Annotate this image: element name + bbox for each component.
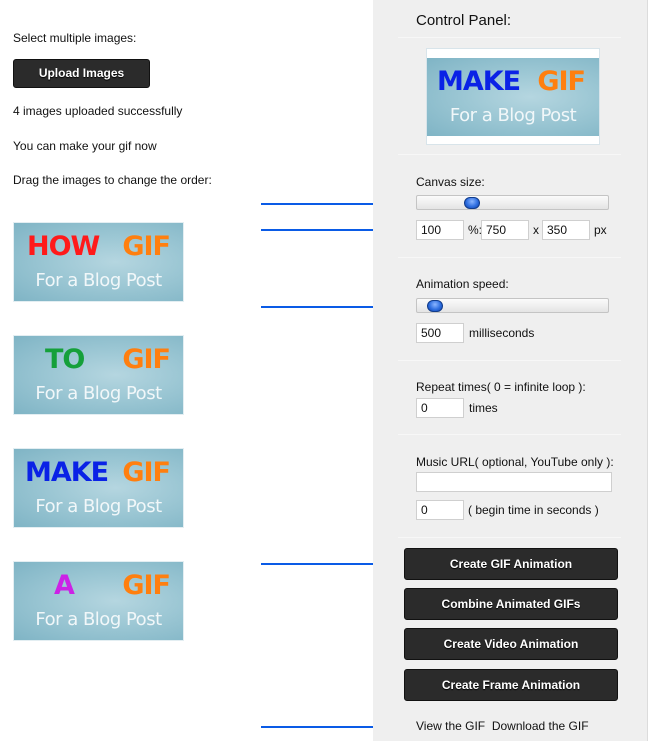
image-thumbnail-4[interactable]: A GIF For a Blog Post <box>13 561 184 641</box>
thumbnail-gif-word: GIF <box>122 231 171 262</box>
combine-animated-gifs-button[interactable]: Combine Animated GIFs <box>404 588 618 620</box>
image-thumbnail-1[interactable]: HOW GIF For a Blog Post <box>13 222 184 302</box>
gif-preview: MAKE GIF For a Blog Post <box>426 48 600 145</box>
upload-status-text: 4 images uploaded successfully <box>13 104 183 118</box>
create-video-animation-button[interactable]: Create Video Animation <box>404 628 618 660</box>
download-gif-link[interactable]: Download the GIF <box>492 719 589 733</box>
upload-images-button[interactable]: Upload Images <box>13 59 150 88</box>
image-list-area: Select multiple images: Upload Images 4 … <box>0 0 401 741</box>
thumbnail-subtitle: For a Blog Post <box>35 609 162 630</box>
music-url-input[interactable] <box>416 472 612 492</box>
canvas-percent-input[interactable] <box>416 220 464 240</box>
percent-suffix: %: <box>468 223 483 237</box>
drag-hint-text: Drag the images to change the order: <box>13 173 212 187</box>
music-url-label: Music URL( optional, YouTube only ): <box>416 455 614 469</box>
create-frame-animation-button[interactable]: Create Frame Animation <box>404 669 618 701</box>
px-label: px <box>594 223 607 237</box>
control-panel: Control Panel: MAKE GIF For a Blog Post … <box>373 0 648 741</box>
divider <box>398 154 621 155</box>
thumbnail-gif-word: GIF <box>122 344 171 375</box>
repeat-times-label: Repeat times( 0 = infinite loop ): <box>416 380 586 394</box>
thumbnail-word: HOW <box>27 231 100 262</box>
image-thumbnail-2[interactable]: TO GIF For a Blog Post <box>13 335 184 415</box>
thumbnail-subtitle: For a Blog Post <box>35 383 162 404</box>
thumbnail-gif-word: GIF <box>122 570 171 601</box>
divider <box>398 360 621 361</box>
thumbnail-word: TO <box>45 344 85 375</box>
preview-word: MAKE <box>437 66 521 97</box>
speed-input[interactable] <box>416 323 464 343</box>
slider-handle[interactable] <box>427 300 444 312</box>
select-images-label: Select multiple images: <box>13 31 137 45</box>
image-thumbnail-3[interactable]: MAKE GIF For a Blog Post <box>13 448 184 528</box>
animation-speed-label: Animation speed: <box>416 277 509 291</box>
times-label: times <box>469 401 498 415</box>
slider-handle[interactable] <box>463 197 480 209</box>
thumbnail-subtitle: For a Blog Post <box>35 496 162 517</box>
music-begin-time-input[interactable] <box>416 500 464 520</box>
preview-subtitle: For a Blog Post <box>449 105 577 126</box>
canvas-size-slider[interactable] <box>416 195 609 210</box>
divider <box>398 37 621 38</box>
view-gif-link[interactable]: View the GIF <box>416 719 485 733</box>
thumbnail-word: A <box>54 570 75 601</box>
canvas-height-input[interactable] <box>542 220 590 240</box>
milliseconds-label: milliseconds <box>469 326 535 340</box>
animation-speed-slider[interactable] <box>416 298 609 313</box>
thumbnail-word: MAKE <box>25 457 109 488</box>
create-gif-animation-button[interactable]: Create GIF Animation <box>404 548 618 580</box>
divider <box>398 257 621 258</box>
ready-status-text: You can make your gif now <box>13 139 157 153</box>
preview-gif-word: GIF <box>537 66 586 97</box>
thumbnail-gif-word: GIF <box>122 457 171 488</box>
thumbnail-subtitle: For a Blog Post <box>35 270 162 291</box>
divider <box>398 434 621 435</box>
divider <box>398 537 621 538</box>
control-panel-title: Control Panel: <box>416 12 512 29</box>
canvas-width-input[interactable] <box>481 220 529 240</box>
begin-time-label: ( begin time in seconds ) <box>468 503 599 517</box>
x-label: x <box>533 223 539 237</box>
canvas-size-label: Canvas size: <box>416 175 485 189</box>
repeat-times-input[interactable] <box>416 398 464 418</box>
